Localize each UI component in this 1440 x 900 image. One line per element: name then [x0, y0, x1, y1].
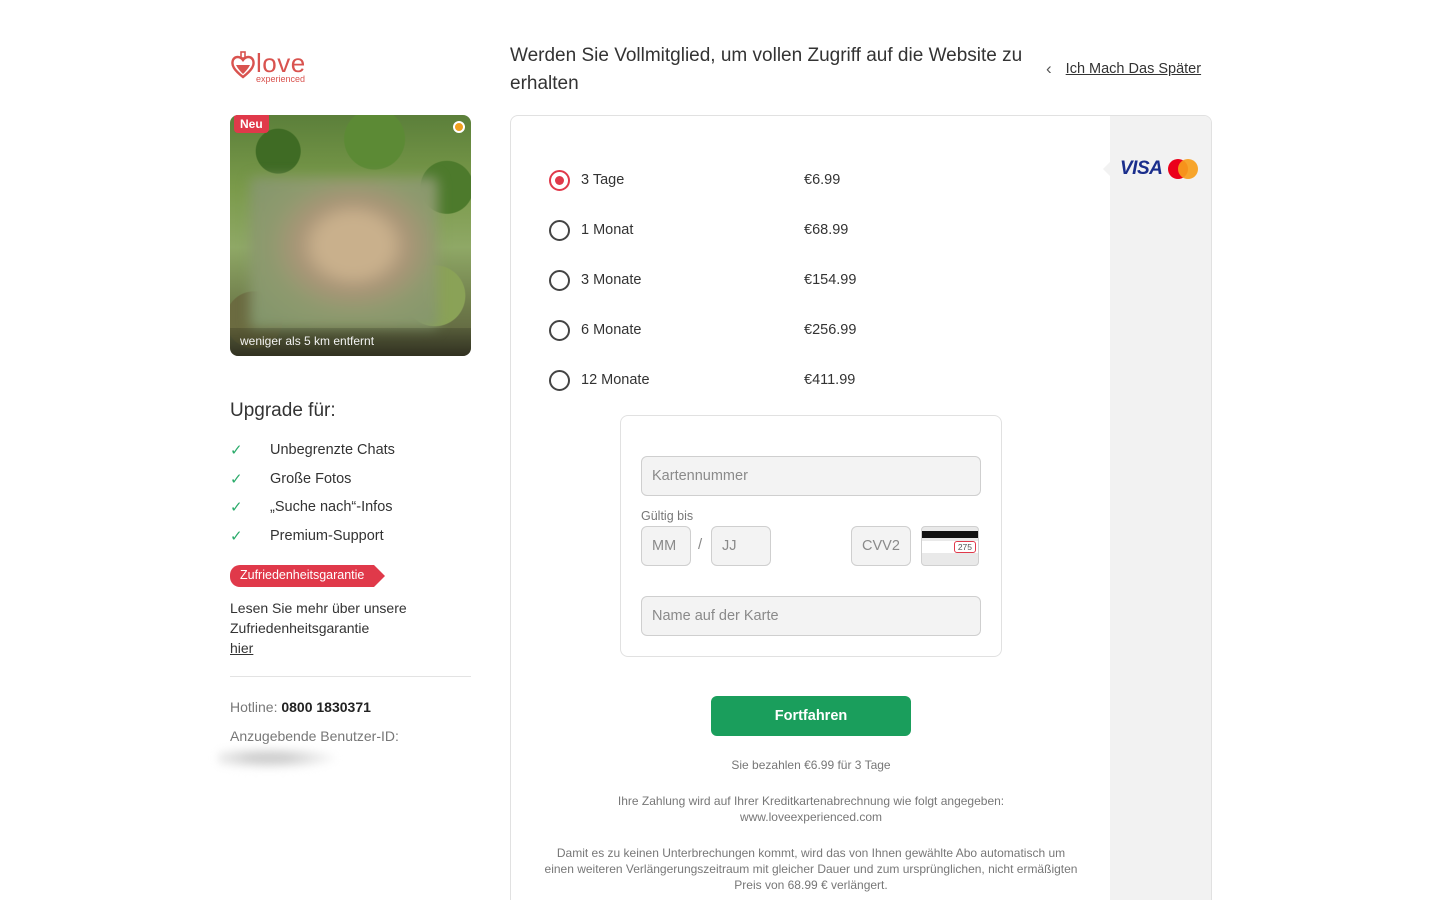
check-icon: ✓ — [230, 470, 243, 488]
plan-name: 3 Tage — [581, 172, 625, 188]
user-id-blurred — [218, 745, 346, 771]
expiry-year-input[interactable]: JJ — [711, 526, 771, 566]
plan-price: €6.99 — [804, 172, 841, 188]
plan-name: 6 Monate — [581, 322, 642, 338]
guarantee-link[interactable]: hier — [230, 640, 253, 656]
cvv-sample: 275 — [953, 541, 976, 553]
profile-photo-blurred — [250, 177, 438, 329]
feature-label: Unbegrenzte Chats — [270, 442, 395, 459]
radio[interactable] — [549, 269, 570, 291]
feature-label: Premium-Support — [270, 527, 384, 544]
expiry-label: Gültig bis — [641, 509, 694, 523]
plan-price: €256.99 — [804, 322, 857, 338]
expiry-separator: / — [698, 536, 703, 553]
radio-selected[interactable] — [549, 169, 570, 191]
billing-url: www.loveexperienced.com — [739, 810, 883, 824]
plan-option-12-monate[interactable]: 12 Monate €411.99 — [549, 355, 856, 405]
cvv-input[interactable]: CVV2 — [851, 526, 911, 566]
brand-name: love — [256, 48, 306, 78]
card-form: Kartennummer Gültig bis MM / JJ CVV2 275… — [620, 415, 1002, 657]
feature-label: Große Fotos — [270, 470, 352, 487]
guarantee-description: Lesen Sie mehr über unsere Zufriedenheit… — [230, 600, 407, 636]
billing-note: Ihre Zahlung wird auf Ihrer Kreditkarten… — [541, 793, 1081, 825]
divider — [230, 676, 471, 677]
feature-item: ✓ „Suche nach“-Infos — [230, 493, 395, 522]
hotline-number[interactable]: 0800 1830371 — [281, 699, 371, 715]
hotline: Hotline: 0800 1830371 — [230, 699, 371, 715]
cvv-hint-card-icon: 275 — [921, 526, 979, 566]
plan-price: €411.99 — [804, 372, 856, 388]
feature-item: ✓ Unbegrenzte Chats — [230, 436, 395, 465]
upgrade-title: Upgrade für: — [230, 400, 336, 421]
radio[interactable] — [549, 319, 570, 341]
payment-panel: VISA 3 Tage €6.99 1 Monat €68.99 3 Monat… — [510, 115, 1212, 900]
hotline-label: Hotline: — [230, 699, 278, 715]
plan-options: 3 Tage €6.99 1 Monat €68.99 3 Monate €15… — [549, 155, 856, 405]
feature-list: ✓ Unbegrenzte Chats ✓ Große Fotos ✓ „Suche … — [230, 436, 395, 550]
guarantee-text: Lesen Sie mehr über unsere Zufriedenheit… — [230, 598, 430, 658]
payment-sidebar: VISA — [1103, 116, 1211, 900]
page-title: Werden Sie Vollmitglied, um vollen Zugri… — [510, 45, 1023, 94]
renewal-note: Damit es zu keinen Unterbrechungen kommt… — [544, 846, 1078, 892]
plan-option-3-monate[interactable]: 3 Monate €154.99 — [549, 255, 856, 305]
brand-logo[interactable]: love experienced — [230, 50, 306, 84]
mastercard-icon — [1168, 159, 1199, 179]
plan-name: 3 Monate — [581, 272, 642, 288]
radio[interactable] — [549, 219, 570, 241]
radio[interactable] — [549, 369, 570, 391]
profile-card[interactable]: Neu weniger als 5 km entfernt — [230, 115, 471, 356]
payment-summary: Sie bezahlen €6.99 für 3 Tage — [731, 758, 891, 772]
feature-item: ✓ Premium-Support — [230, 522, 395, 551]
visa-logo-icon: VISA — [1120, 158, 1163, 179]
online-status-dot — [453, 121, 465, 133]
plan-name: 1 Monat — [581, 222, 634, 238]
check-icon: ✓ — [230, 527, 243, 545]
plan-option-6-monate[interactable]: 6 Monate €256.99 — [549, 305, 856, 355]
plan-price: €154.99 — [804, 272, 857, 288]
card-number-input[interactable]: Kartennummer — [641, 456, 981, 496]
user-id-label: Anzugebende Benutzer-ID: — [230, 728, 399, 744]
feature-item: ✓ Große Fotos — [230, 465, 395, 494]
plan-price: €68.99 — [804, 222, 849, 238]
continue-button[interactable]: Fortfahren — [711, 696, 911, 736]
expiry-month-input[interactable]: MM — [641, 526, 691, 566]
new-badge: Neu — [234, 115, 269, 133]
cardholder-name-input[interactable]: Name auf der Karte — [641, 596, 981, 636]
brand-tagline: experienced — [256, 74, 306, 84]
feature-label: „Suche nach“-Infos — [270, 499, 393, 516]
plan-name: 12 Monate — [581, 372, 650, 388]
heart-potion-icon — [231, 51, 255, 79]
check-icon: ✓ — [230, 499, 243, 517]
distance-label: weniger als 5 km entfernt — [230, 328, 471, 356]
guarantee-tag: Zufriedenheitsgarantie — [230, 565, 386, 587]
plan-option-3-tage[interactable]: 3 Tage €6.99 — [549, 155, 856, 205]
check-icon: ✓ — [230, 442, 243, 460]
payment-brands: VISA — [1120, 158, 1199, 180]
billing-note-text: Ihre Zahlung wird auf Ihrer Kreditkarten… — [617, 794, 1005, 808]
chevron-left-icon: ‹ — [1046, 59, 1052, 78]
plan-option-1-monat[interactable]: 1 Monat €68.99 — [549, 205, 856, 255]
later-link-label: Ich Mach Das Später — [1065, 61, 1202, 77]
later-link[interactable]: ‹ Ich Mach Das Später — [1046, 59, 1201, 79]
